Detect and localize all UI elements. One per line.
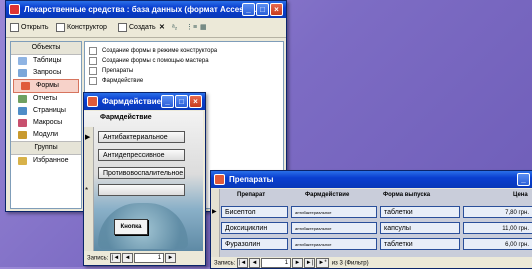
record-number-field[interactable]: 1 xyxy=(134,253,165,263)
column-header: Фармдействие xyxy=(305,192,350,198)
cell-cena[interactable]: 7,80 грн. xyxy=(463,206,532,218)
table-icon xyxy=(18,57,27,65)
list-item-create-wizard[interactable]: Создание формы с помощью мастера xyxy=(85,56,283,66)
groups-header[interactable]: Группы xyxy=(11,141,81,155)
cell-farmdeistvie[interactable]: антибактериальное xyxy=(291,206,377,218)
next-record-button[interactable]: ► xyxy=(165,253,177,263)
record-field[interactable]: Противовоспалительное xyxy=(98,167,185,179)
cell-farmdeistvie[interactable]: антибактериальное xyxy=(291,238,377,250)
pharm-form-titlebar[interactable]: Фармдействие _ □ × xyxy=(84,93,205,110)
details-view-icon[interactable]: ▦ xyxy=(200,22,207,34)
cell-cena[interactable]: 11,00 грн. xyxy=(463,222,532,234)
list-item-create-design[interactable]: Создание формы в режиме конструктора xyxy=(85,46,283,56)
preparaty-title: Препараты xyxy=(229,175,274,184)
close-button[interactable]: × xyxy=(270,3,283,16)
open-icon xyxy=(10,22,19,32)
objects-item-macros[interactable]: Макросы xyxy=(11,117,81,129)
database-toolbar: Открыть Конструктор Создать ✕ ᵃ₂ ⋮≡ ▦ xyxy=(6,19,286,38)
form-icon xyxy=(89,77,97,85)
new-record-field[interactable] xyxy=(98,184,185,196)
form-icon xyxy=(89,67,97,75)
query-icon xyxy=(18,69,27,77)
list-view-icon[interactable]: ⋮≡ xyxy=(186,22,197,34)
access-key-icon xyxy=(9,4,20,15)
favorites-folder-icon xyxy=(18,157,27,165)
minimize-button[interactable]: _ xyxy=(517,173,530,186)
objects-header[interactable]: Объекты xyxy=(11,42,81,55)
pharm-form-body: Фармдействие ▶ Антибактериальное Антидеп… xyxy=(84,111,203,251)
record-selector-column xyxy=(211,189,220,257)
objects-item-modules[interactable]: Модули xyxy=(11,129,81,141)
close-button[interactable]: × xyxy=(189,95,202,108)
current-record-arrow: ▶ xyxy=(212,209,217,215)
preparaty-window: Препараты _ Препарат Фармдействие Форма … xyxy=(210,170,532,269)
command-button-label: Кнопка xyxy=(120,224,142,230)
delete-button[interactable]: ✕ xyxy=(159,22,165,34)
column-header: Форма выпуска xyxy=(383,192,431,198)
design-wizard-icon xyxy=(89,47,97,55)
form-icon xyxy=(87,96,98,107)
objects-item-queries[interactable]: Запросы xyxy=(11,67,81,79)
cell-preparat[interactable]: Фуразолин xyxy=(221,238,288,250)
cell-forma[interactable]: таблетки xyxy=(380,238,460,250)
groups-item-favorites[interactable]: Избранное xyxy=(11,155,81,167)
database-window-titlebar[interactable]: Лекарственные средства : база данных (фо… xyxy=(6,1,286,18)
create-icon xyxy=(118,22,127,32)
module-icon xyxy=(18,131,27,139)
list-item-preparaty[interactable]: Препараты xyxy=(85,66,283,76)
objects-item-forms[interactable]: Формы xyxy=(13,79,79,93)
new-record-marker: * xyxy=(85,186,89,195)
large-icons-view-icon[interactable]: ᵃ₂ xyxy=(172,22,177,34)
list-item-farmdeistvie[interactable]: Фармдействие xyxy=(85,76,283,86)
maximize-button[interactable]: □ xyxy=(256,3,269,16)
cell-cena[interactable]: 6,00 грн. xyxy=(463,238,532,250)
column-header: Цена xyxy=(513,192,528,198)
minimize-button[interactable]: _ xyxy=(242,3,255,16)
maximize-button[interactable]: □ xyxy=(175,95,188,108)
column-header: Препарат xyxy=(237,192,266,198)
report-icon xyxy=(18,95,27,103)
pharm-form-window: Фармдействие _ □ × Фармдействие ▶ Антиба… xyxy=(83,92,206,266)
cell-preparat[interactable]: Доксициклин xyxy=(221,222,288,234)
form-icon xyxy=(214,174,225,185)
wizard-icon xyxy=(89,57,97,65)
open-button[interactable]: Открыть xyxy=(10,22,49,34)
cell-forma[interactable]: капсулы xyxy=(380,222,460,234)
objects-item-reports[interactable]: Отчеты xyxy=(11,93,81,105)
record-field[interactable]: Антидепрессивное xyxy=(98,149,185,161)
pharm-form-title: Фармдействие xyxy=(102,97,162,106)
form-icon xyxy=(21,82,30,90)
database-window-title: Лекарственные средства : база данных (фо… xyxy=(24,5,257,14)
create-button[interactable]: Создать xyxy=(118,22,156,34)
pharm-form-record-nav: Запись: |◄ ◄ 1 ► xyxy=(87,253,177,263)
record-count: из 3 (Фильтр) xyxy=(331,260,369,267)
macro-icon xyxy=(18,119,27,127)
objects-item-tables[interactable]: Таблицы xyxy=(11,55,81,67)
cell-preparat[interactable]: Бисептол xyxy=(221,206,288,218)
record-field[interactable]: Антибактериальное xyxy=(98,131,185,143)
design-button[interactable]: Конструктор xyxy=(56,22,107,34)
first-record-button[interactable]: |◄ xyxy=(110,253,122,263)
current-record-arrow: ▶ xyxy=(85,134,91,141)
preparaty-body: Препарат Фармдействие Форма выпуска Цена… xyxy=(211,189,532,257)
minimize-button[interactable]: _ xyxy=(161,95,174,108)
cell-farmdeistvie[interactable]: антибактериальное xyxy=(291,222,377,234)
design-icon xyxy=(56,22,65,32)
command-button[interactable]: Кнопка xyxy=(114,219,148,235)
page-icon xyxy=(18,107,27,115)
field-header: Фармдействие xyxy=(100,114,152,121)
prev-record-button[interactable]: ◄ xyxy=(122,253,134,263)
objects-panel: Объекты Таблицы Запросы Формы Отчеты Стр… xyxy=(10,41,82,209)
cell-forma[interactable]: таблетки xyxy=(380,206,460,218)
objects-item-pages[interactable]: Страницы xyxy=(11,105,81,117)
preparaty-titlebar[interactable]: Препараты _ xyxy=(211,171,532,188)
